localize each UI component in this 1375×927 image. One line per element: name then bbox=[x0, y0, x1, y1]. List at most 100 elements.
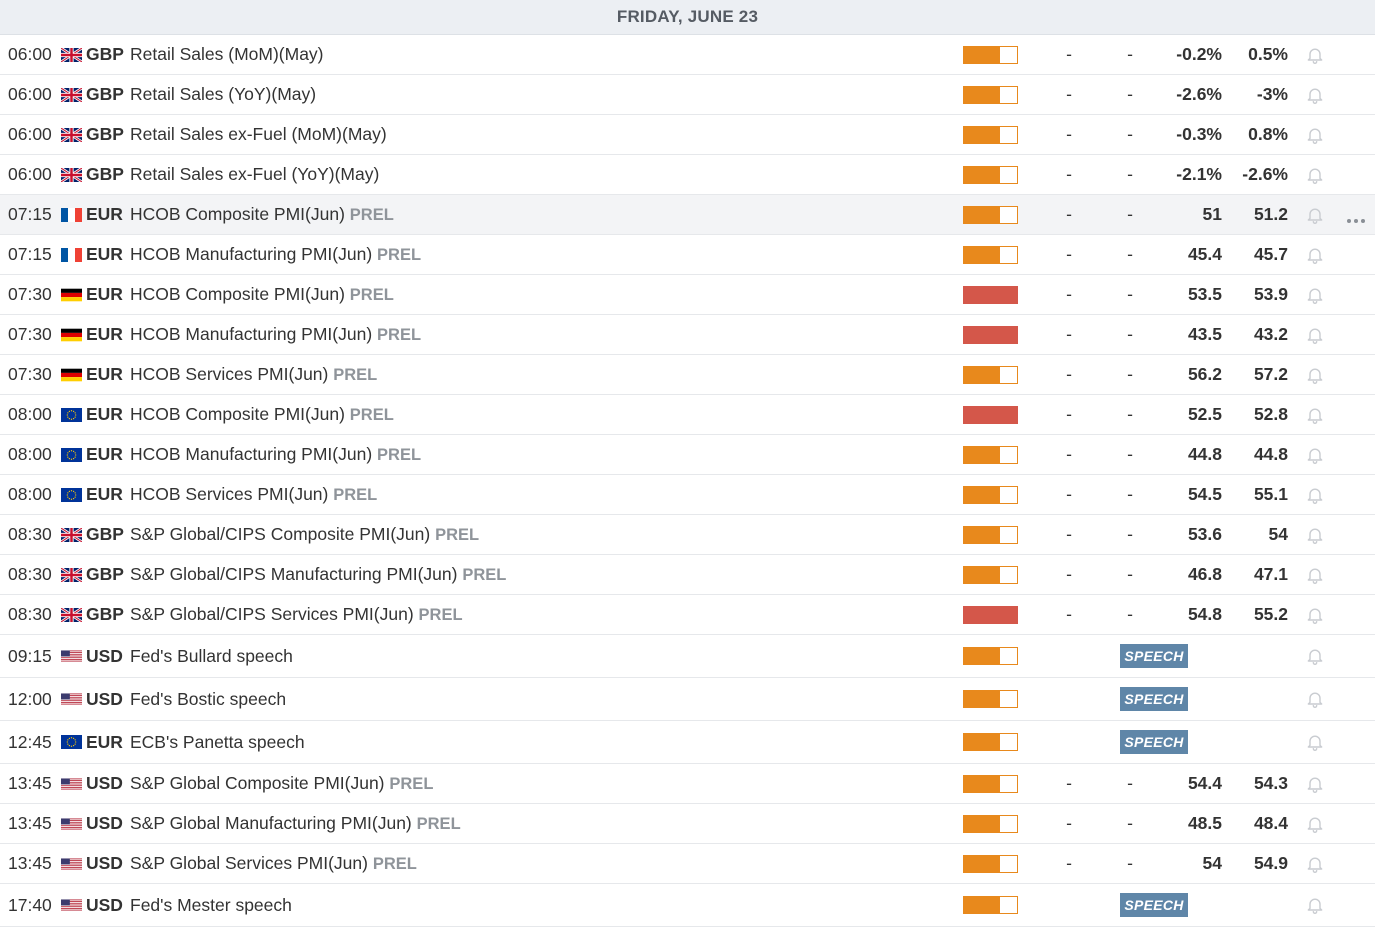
event-name[interactable]: HCOB Composite PMI(Jun) PREL bbox=[130, 404, 394, 425]
previous-value: -0.2% bbox=[1176, 44, 1222, 64]
consensus-value: - bbox=[1127, 524, 1133, 544]
event-name[interactable]: HCOB Manufacturing PMI(Jun) PREL bbox=[130, 324, 421, 345]
actual-value: - bbox=[1066, 364, 1072, 384]
bell-icon[interactable] bbox=[1305, 165, 1325, 185]
actual-value: - bbox=[1066, 444, 1072, 464]
bell-icon[interactable] bbox=[1305, 814, 1325, 834]
consensus-value: - bbox=[1127, 324, 1133, 344]
bell-icon[interactable] bbox=[1305, 605, 1325, 625]
event-time: 09:15 bbox=[8, 645, 52, 666]
actual-value: - bbox=[1066, 773, 1072, 793]
event-row[interactable]: 12:45 EUR ECB's Panetta speech SPEECH bbox=[0, 721, 1375, 764]
bell-icon[interactable] bbox=[1305, 854, 1325, 874]
bell-icon[interactable] bbox=[1305, 45, 1325, 65]
event-row[interactable]: 08:30 GBP S&P Global/CIPS Services PMI(Jun… bbox=[0, 595, 1375, 635]
flag-us-icon bbox=[61, 817, 82, 831]
event-row[interactable]: 13:45 USD S&P Global Services PMI(Jun) PRE… bbox=[0, 844, 1375, 884]
event-name[interactable]: S&P Global/CIPS Composite PMI(Jun) PREL bbox=[130, 524, 479, 545]
revised-value: 47.1 bbox=[1253, 564, 1288, 584]
consensus-value: - bbox=[1127, 44, 1133, 64]
prel-tag: PREL bbox=[349, 286, 394, 304]
event-name[interactable]: HCOB Composite PMI(Jun) PREL bbox=[130, 284, 394, 305]
event-name[interactable]: Fed's Bullard speech bbox=[130, 646, 293, 667]
more-dots-icon[interactable] bbox=[1345, 210, 1367, 223]
flag-gb-icon bbox=[61, 527, 82, 542]
event-row[interactable]: 06:00 GBP Retail Sales (MoM)(May) - - -0.2% 0.… bbox=[0, 35, 1375, 75]
event-name[interactable]: Retail Sales (YoY)(May) bbox=[130, 84, 316, 105]
event-name[interactable]: Retail Sales (MoM)(May) bbox=[130, 44, 324, 65]
event-name[interactable]: ECB's Panetta speech bbox=[130, 732, 305, 753]
event-name[interactable]: S&P Global Composite PMI(Jun) PREL bbox=[130, 773, 433, 794]
bell-icon[interactable] bbox=[1305, 405, 1325, 425]
bell-icon[interactable] bbox=[1305, 245, 1325, 265]
event-name[interactable]: Fed's Bostic speech bbox=[130, 689, 286, 710]
event-name[interactable]: HCOB Services PMI(Jun) PREL bbox=[130, 484, 377, 505]
event-row[interactable]: 07:15 EUR HCOB Manufacturing PMI(Jun) PREL… bbox=[0, 235, 1375, 275]
currency-code: GBP bbox=[86, 564, 124, 584]
impact-bar bbox=[963, 525, 1018, 544]
consensus-value: - bbox=[1127, 444, 1133, 464]
bell-icon[interactable] bbox=[1305, 646, 1325, 666]
event-name[interactable]: Retail Sales ex-Fuel (YoY)(May) bbox=[130, 164, 379, 185]
event-row[interactable]: 13:45 USD S&P Global Composite PMI(Jun) PR… bbox=[0, 764, 1375, 804]
event-name[interactable]: S&P Global Services PMI(Jun) PREL bbox=[130, 853, 417, 874]
event-name[interactable]: Retail Sales ex-Fuel (MoM)(May) bbox=[130, 124, 387, 145]
impact-bar bbox=[963, 165, 1018, 184]
revised-value: 51.2 bbox=[1253, 204, 1288, 224]
event-name[interactable]: HCOB Manufacturing PMI(Jun) PREL bbox=[130, 444, 421, 465]
event-row[interactable]: 07:30 EUR HCOB Manufacturing PMI(Jun) PREL… bbox=[0, 315, 1375, 355]
consensus-value: - bbox=[1127, 404, 1133, 424]
impact-bar bbox=[963, 85, 1018, 104]
currency-code: USD bbox=[86, 773, 123, 793]
currency-code: USD bbox=[86, 894, 123, 915]
flag-gb-icon bbox=[61, 87, 82, 102]
bell-icon[interactable] bbox=[1305, 525, 1325, 545]
event-row[interactable]: 06:00 GBP Retail Sales ex-Fuel (YoY)(May) -… bbox=[0, 155, 1375, 195]
event-name[interactable]: S&P Global/CIPS Manufacturing PMI(Jun) P… bbox=[130, 564, 506, 585]
event-name[interactable]: HCOB Composite PMI(Jun) PREL bbox=[130, 204, 394, 225]
bell-icon[interactable] bbox=[1305, 125, 1325, 145]
event-row[interactable]: 08:30 GBP S&P Global/CIPS Manufacturing PM… bbox=[0, 555, 1375, 595]
event-name[interactable]: S&P Global Manufacturing PMI(Jun) PREL bbox=[130, 813, 461, 834]
bell-icon[interactable] bbox=[1305, 732, 1325, 752]
bell-icon[interactable] bbox=[1305, 774, 1325, 794]
event-time: 08:00 bbox=[8, 404, 52, 424]
consensus-value: - bbox=[1127, 204, 1133, 224]
event-row[interactable]: 12:00 USD Fed's Bostic speech SPEECH bbox=[0, 678, 1375, 721]
event-row[interactable]: 17:40 USD Fed's Mester speech SPEECH bbox=[0, 884, 1375, 927]
event-row[interactable]: 13:45 USD S&P Global Manufacturing PMI(Jun… bbox=[0, 804, 1375, 844]
bell-icon[interactable] bbox=[1305, 445, 1325, 465]
event-row[interactable]: 06:00 GBP Retail Sales ex-Fuel (MoM)(May) -… bbox=[0, 115, 1375, 155]
bell-icon[interactable] bbox=[1305, 565, 1325, 585]
prel-tag: PREL bbox=[418, 606, 463, 624]
event-row[interactable]: 06:00 GBP Retail Sales (YoY)(May) - - -2.6% -3… bbox=[0, 75, 1375, 115]
event-name[interactable]: HCOB Services PMI(Jun) PREL bbox=[130, 364, 377, 385]
currency-code: EUR bbox=[86, 484, 123, 504]
event-row[interactable]: 09:15 USD Fed's Bullard speech SPEECH bbox=[0, 635, 1375, 678]
event-name[interactable]: HCOB Manufacturing PMI(Jun) PREL bbox=[130, 244, 421, 265]
event-row[interactable]: 07:30 EUR HCOB Composite PMI(Jun) PREL - - 53… bbox=[0, 275, 1375, 315]
event-name[interactable]: S&P Global/CIPS Services PMI(Jun) PREL bbox=[130, 604, 463, 625]
event-row[interactable]: 08:30 GBP S&P Global/CIPS Composite PMI(Ju… bbox=[0, 515, 1375, 555]
bell-icon[interactable] bbox=[1305, 485, 1325, 505]
event-row[interactable]: 08:00 EUR HCOB Composite PMI(Jun) PREL - - 52… bbox=[0, 395, 1375, 435]
event-row[interactable]: 07:15 EUR HCOB Composite PMI(Jun) PREL - - 51… bbox=[0, 195, 1375, 235]
bell-icon[interactable] bbox=[1305, 689, 1325, 709]
bell-icon[interactable] bbox=[1305, 365, 1325, 385]
event-title: Fed's Bostic speech bbox=[130, 688, 287, 709]
previous-value: -2.1% bbox=[1176, 164, 1222, 184]
currency-code: GBP bbox=[86, 164, 124, 184]
bell-icon[interactable] bbox=[1305, 895, 1325, 915]
revised-value: 0.8% bbox=[1248, 124, 1288, 144]
bell-icon[interactable] bbox=[1305, 85, 1325, 105]
event-row[interactable]: 07:30 EUR HCOB Services PMI(Jun) PREL - - 56.… bbox=[0, 355, 1375, 395]
bell-icon[interactable] bbox=[1305, 205, 1325, 225]
currency-code: EUR bbox=[86, 364, 123, 384]
actual-value: - bbox=[1066, 324, 1072, 344]
event-row[interactable]: 08:00 EUR HCOB Services PMI(Jun) PREL - - 54.… bbox=[0, 475, 1375, 515]
event-row[interactable]: 08:00 EUR HCOB Manufacturing PMI(Jun) PREL… bbox=[0, 435, 1375, 475]
impact-bar bbox=[963, 45, 1018, 64]
event-name[interactable]: Fed's Mester speech bbox=[130, 895, 292, 916]
bell-icon[interactable] bbox=[1305, 325, 1325, 345]
bell-icon[interactable] bbox=[1305, 285, 1325, 305]
